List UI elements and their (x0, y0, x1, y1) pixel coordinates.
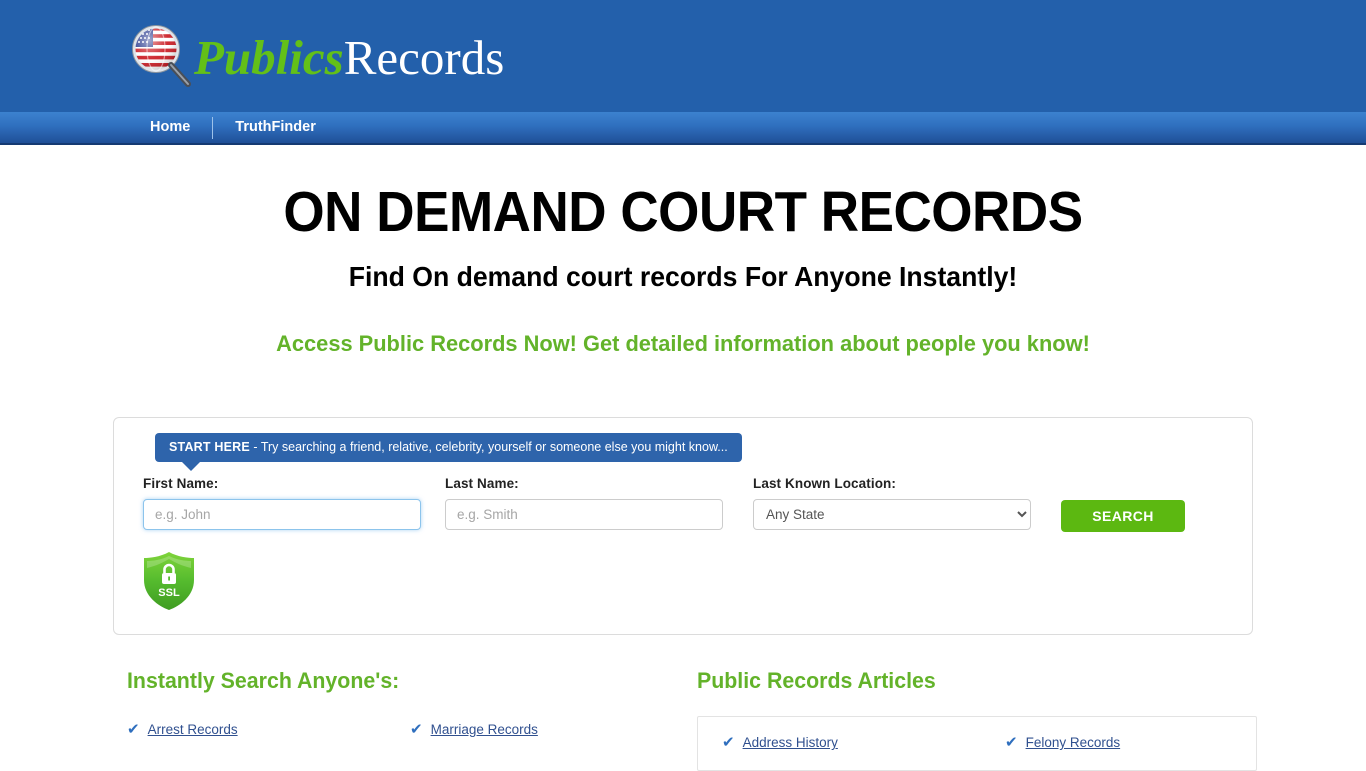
location-select[interactable]: Any State (753, 499, 1031, 530)
check-icon: ✔ (127, 721, 140, 738)
page-title: ON DEMAND COURT RECORDS (283, 180, 1083, 244)
site-header: PublicsRecords (0, 0, 1366, 112)
check-icon: ✔ (410, 721, 423, 738)
search-form: First Name: Last Name: Last Known Locati… (143, 476, 1223, 532)
callout-pointer-icon (181, 461, 201, 471)
hero-section: ON DEMAND COURT RECORDS Find On demand c… (0, 145, 1366, 357)
magnifier-usflag-icon (126, 22, 198, 92)
site-logo[interactable]: PublicsRecords (126, 22, 504, 92)
check-icon: ✔ (722, 734, 735, 751)
search-button-group: SEARCH (1061, 476, 1185, 532)
first-name-label: First Name: (143, 476, 219, 491)
ssl-badge-text: SSL (158, 587, 180, 599)
search-button[interactable]: SEARCH (1061, 500, 1185, 532)
page-tagline: Access Public Records Now! Get detailed … (276, 331, 1090, 356)
articles-links: ✔ Address History ✔ Felony Records (722, 735, 1232, 750)
last-name-field-group: Last Name: (445, 476, 723, 530)
logo-wordmark: PublicsRecords (194, 33, 504, 82)
nav-item-home[interactable]: Home (128, 120, 212, 135)
list-item[interactable]: ✔ Marriage Records (410, 722, 693, 737)
last-name-label: Last Name: (445, 476, 519, 491)
callout-rest-text: - Try searching a friend, relative, cele… (249, 440, 728, 454)
articles-heading: Public Records Articles (697, 668, 936, 693)
nav-item-truthfinder[interactable]: TruthFinder (213, 120, 338, 135)
link-marriage-records[interactable]: Marriage Records (431, 722, 538, 737)
link-felony-records[interactable]: Felony Records (1026, 735, 1121, 750)
link-arrest-records[interactable]: Arrest Records (148, 722, 238, 737)
ssl-shield-icon: SSL (140, 550, 198, 612)
link-address-history[interactable]: Address History (743, 735, 838, 750)
articles-section: Public Records Articles ✔ Address Histor… (697, 668, 1257, 771)
start-here-callout: START HERE - Try searching a friend, rel… (155, 433, 742, 471)
location-label: Last Known Location: (753, 476, 896, 491)
instant-search-links: ✔ Arrest Records ✔ Marriage Records (127, 722, 687, 737)
logo-word-records: Records (343, 29, 505, 85)
location-field-group: Last Known Location: Any State (753, 476, 1031, 530)
articles-box: ✔ Address History ✔ Felony Records (697, 716, 1257, 771)
first-name-input[interactable] (143, 499, 421, 530)
page-subtitle: Find On demand court records For Anyone … (348, 261, 1018, 292)
check-icon: ✔ (1005, 734, 1018, 751)
search-panel: START HERE - Try searching a friend, rel… (113, 417, 1253, 635)
instant-search-heading: Instantly Search Anyone's: (127, 668, 400, 693)
list-item[interactable]: ✔ Felony Records (1005, 735, 1288, 750)
main-navigation: Home TruthFinder (0, 112, 1366, 145)
callout-strong-text: START HERE (169, 440, 250, 454)
logo-word-publics: Publics (194, 29, 344, 85)
list-item[interactable]: ✔ Arrest Records (127, 722, 410, 737)
first-name-field-group: First Name: (143, 476, 421, 530)
last-name-input[interactable] (445, 499, 723, 530)
list-item[interactable]: ✔ Address History (722, 735, 1005, 750)
instant-search-section: Instantly Search Anyone's: ✔ Arrest Reco… (127, 668, 687, 737)
